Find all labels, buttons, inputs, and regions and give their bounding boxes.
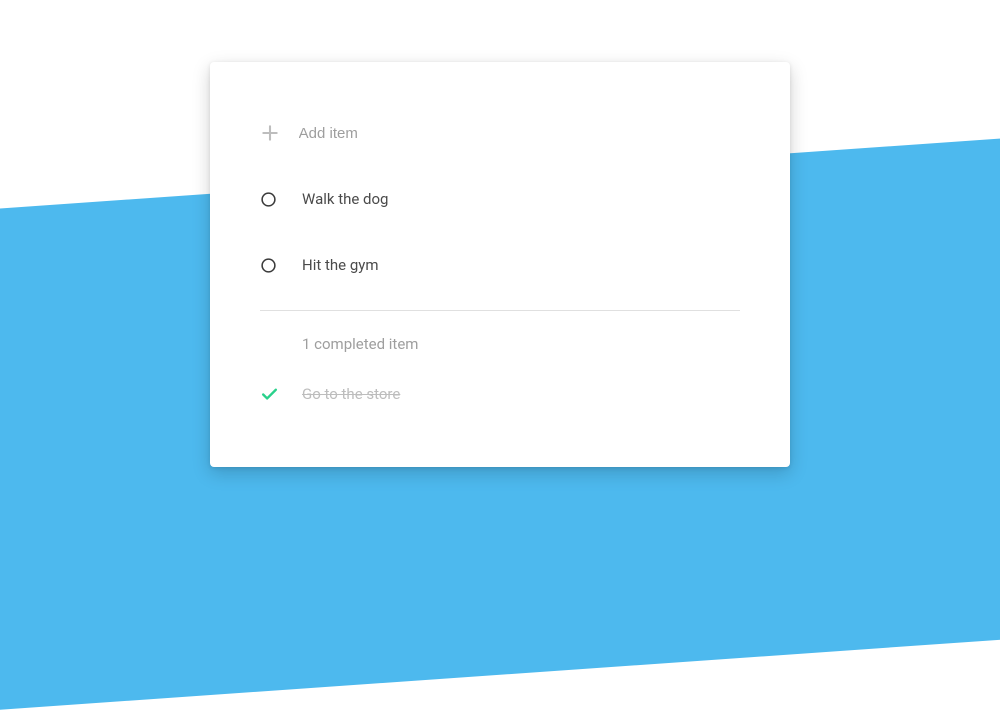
completed-count-header: 1 completed item (210, 319, 790, 361)
completed-item[interactable]: Go to the store (210, 361, 790, 427)
completed-item-label: Go to the store (302, 385, 400, 403)
section-divider (260, 310, 740, 311)
unchecked-circle-icon[interactable] (260, 257, 302, 274)
todo-item-label: Hit the gym (302, 256, 379, 274)
todo-item[interactable]: Hit the gym (210, 232, 790, 298)
todo-item-label: Walk the dog (302, 190, 388, 208)
plus-icon (260, 123, 299, 143)
todo-item[interactable]: Walk the dog (210, 166, 790, 232)
check-icon[interactable] (260, 385, 302, 404)
unchecked-circle-icon[interactable] (260, 191, 302, 208)
add-item-input[interactable] (299, 125, 740, 142)
add-item-row[interactable] (210, 100, 790, 166)
todo-card: Walk the dog Hit the gym 1 completed ite… (210, 62, 790, 467)
